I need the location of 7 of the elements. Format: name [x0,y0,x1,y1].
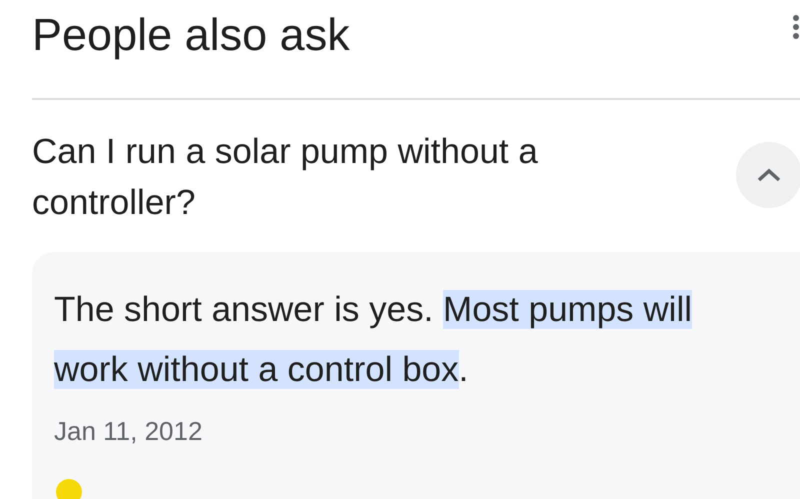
favicon-icon [54,477,84,499]
chevron-up-icon [756,166,782,183]
section-heading: People also ask [32,8,350,62]
answer-date: Jan 11, 2012 [54,415,202,448]
question-text[interactable]: Can I run a solar pump without a controller? [32,126,672,228]
more-options-icon[interactable] [792,14,800,40]
answer-text: The short answer is yes. Most pumps will work without a control box. [54,289,693,391]
